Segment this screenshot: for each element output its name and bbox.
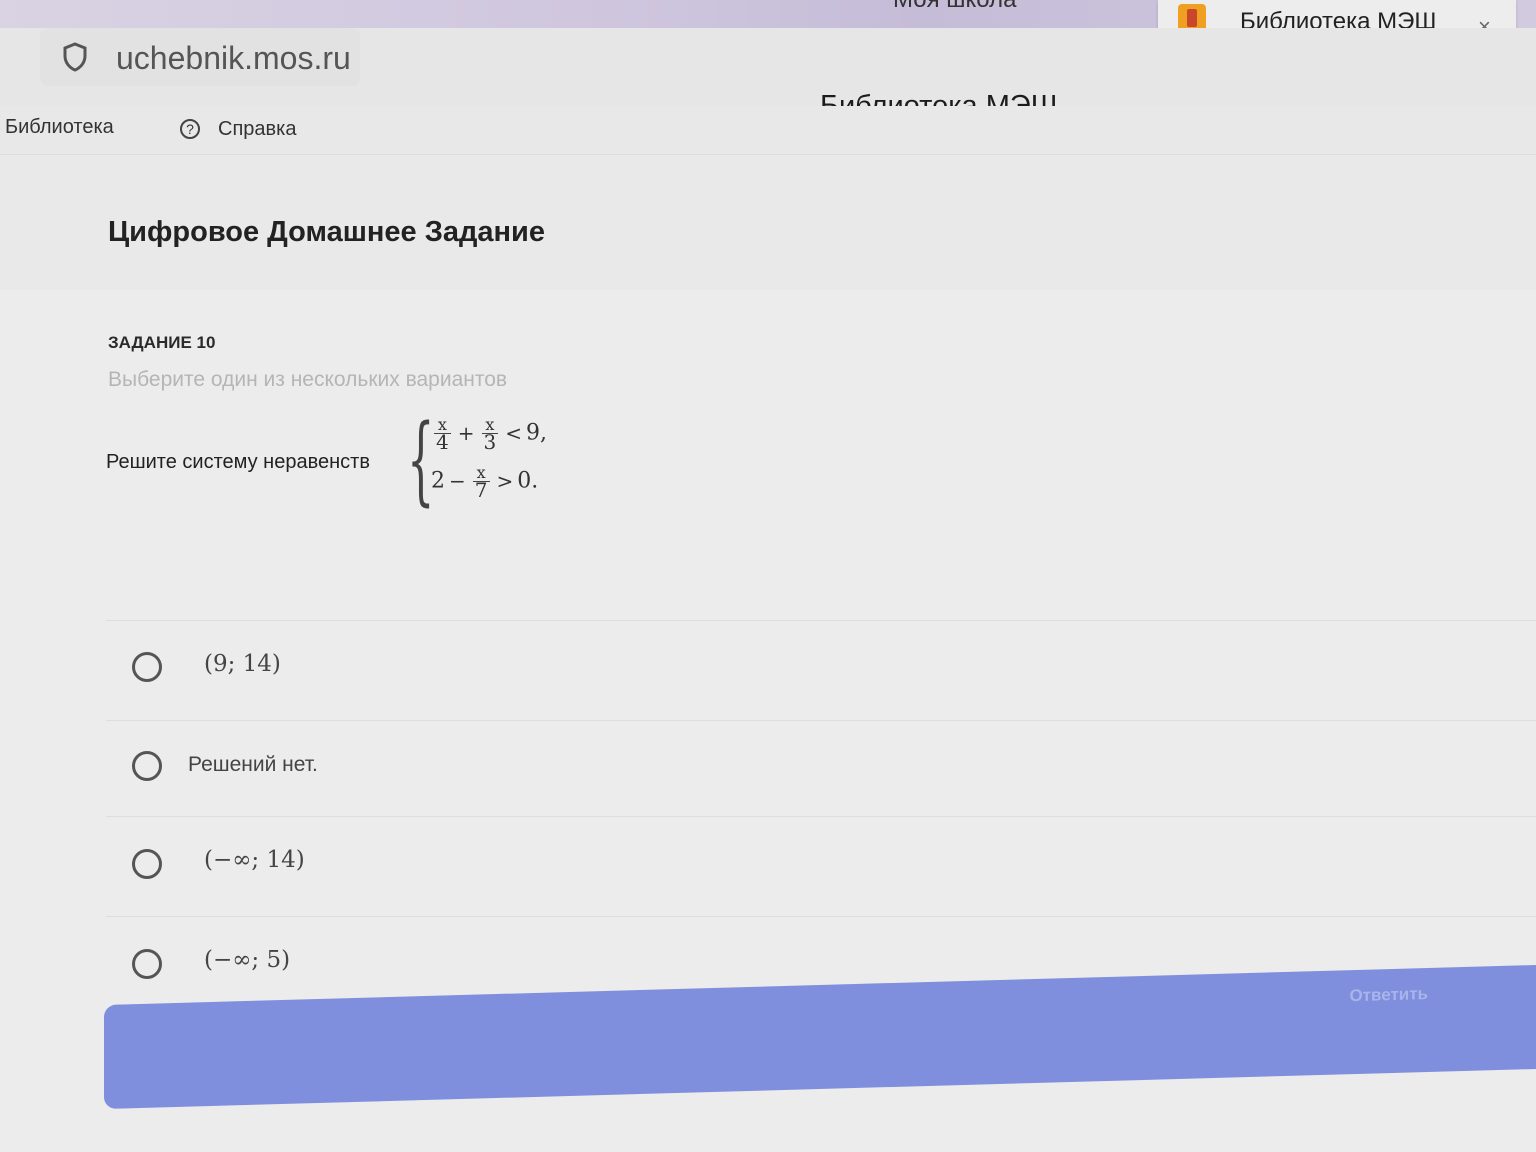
tab-moya-shkola[interactable]: Моя школа (893, 0, 1016, 14)
task-instruction: Выберите один из нескольких вариантов (108, 368, 508, 391)
nav-help-link[interactable]: Справка (218, 118, 296, 141)
inequality-system: { x 4 + x 3 <9, 2− x 7 >0. (405, 410, 565, 520)
submit-label: Ответить (1349, 984, 1428, 1006)
option-label: (−∞; 5) (204, 947, 291, 973)
shield-icon (63, 42, 87, 72)
nav-bar: Библиотека ? Справка (0, 106, 1536, 155)
radio-button[interactable] (132, 751, 162, 781)
inequality-line-1: x 4 + x 3 <9, (434, 415, 547, 454)
task-number: ЗАДАНИЕ 10 (108, 333, 216, 352)
page-title: Цифровое Домашнее Задание (108, 216, 546, 248)
help-icon[interactable]: ? (180, 119, 200, 139)
option-label: (9; 14) (204, 651, 281, 677)
answer-option-3[interactable]: (−∞; 14) (106, 816, 1536, 913)
answer-option-1[interactable]: (9; 14) (106, 620, 1536, 717)
fraction: x7 (472, 463, 490, 502)
fraction: x3 (481, 415, 499, 454)
answer-option-2[interactable]: Решений нет. (106, 720, 1536, 817)
radio-button[interactable] (132, 652, 162, 682)
radio-button[interactable] (132, 949, 162, 979)
address-bar: uchebnik.mos.ru Библиотека МЭШ (0, 28, 1536, 122)
radio-button[interactable] (132, 849, 162, 879)
option-label: (−∞; 14) (204, 847, 305, 873)
task-prompt: Решите систему неравенств (106, 451, 370, 473)
inequality-line-2: 2− x 7 >0. (431, 463, 539, 502)
fraction: x4 (434, 415, 451, 454)
nav-library-link[interactable]: Библиотека (5, 116, 114, 139)
url-text[interactable]: uchebnik.mos.ru (116, 40, 351, 77)
option-label: Решений нет. (188, 753, 318, 776)
